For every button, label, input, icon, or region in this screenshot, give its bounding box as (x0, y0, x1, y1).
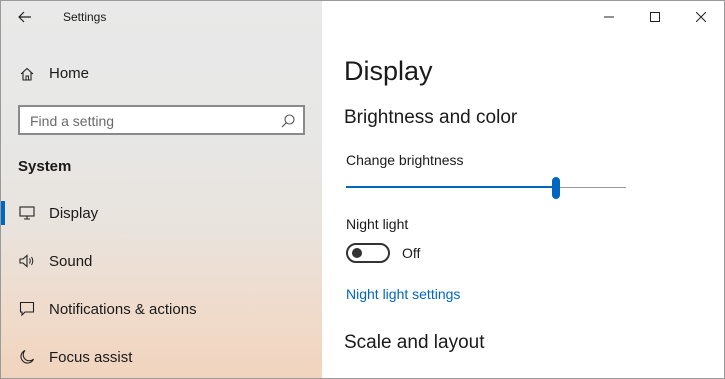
main-content: Display Brightness and color Change brig… (322, 1, 724, 378)
search-icon[interactable] (280, 113, 296, 129)
settings-window: Settings Home System (0, 0, 725, 379)
maximize-icon (650, 12, 660, 22)
sidebar: Settings Home System (1, 1, 322, 378)
section-title-brightness: Brightness and color (344, 107, 518, 128)
slider-thumb[interactable] (552, 177, 560, 199)
night-light-settings-link[interactable]: Night light settings (346, 286, 460, 302)
minimize-icon (604, 16, 614, 18)
close-icon (696, 12, 706, 22)
sidebar-item-notifications[interactable]: Notifications & actions (1, 291, 322, 327)
title-bar: Settings (1, 1, 322, 33)
sidebar-item-sound[interactable]: Sound (1, 243, 322, 279)
notification-icon (18, 300, 36, 318)
close-button[interactable] (678, 1, 724, 33)
toggle-knob (352, 248, 362, 258)
night-light-state: Off (402, 245, 421, 261)
speaker-icon (18, 252, 36, 270)
page-title: Display (344, 56, 433, 86)
back-arrow-icon (18, 11, 31, 23)
sidebar-item-label: Focus assist (49, 349, 133, 366)
sidebar-item-label: Notifications & actions (49, 301, 197, 318)
section-label-system: System (18, 158, 72, 175)
sidebar-item-label: Display (49, 205, 99, 222)
monitor-icon (18, 204, 36, 222)
back-button[interactable] (15, 7, 35, 27)
window-title: Settings (63, 10, 107, 24)
sidebar-item-label: Sound (49, 253, 93, 270)
slider-track-filled (346, 186, 556, 188)
moon-icon (18, 348, 36, 366)
night-light-label: Night light (346, 216, 409, 232)
sidebar-item-display[interactable]: Display (1, 195, 322, 231)
brightness-label: Change brightness (346, 152, 464, 168)
slider-track-remaining (556, 187, 626, 188)
brightness-slider[interactable] (346, 177, 626, 199)
home-icon (18, 65, 36, 83)
nav-home-label: Home (49, 65, 90, 82)
minimize-button[interactable] (586, 1, 632, 33)
search-box[interactable] (18, 105, 305, 135)
search-input[interactable] (30, 111, 270, 131)
night-light-toggle[interactable] (346, 243, 390, 263)
active-indicator (1, 201, 5, 225)
nav-home[interactable]: Home (1, 59, 322, 89)
section-title-scale: Scale and layout (344, 332, 485, 353)
maximize-button[interactable] (632, 1, 678, 33)
sidebar-item-focus-assist[interactable]: Focus assist (1, 339, 322, 375)
